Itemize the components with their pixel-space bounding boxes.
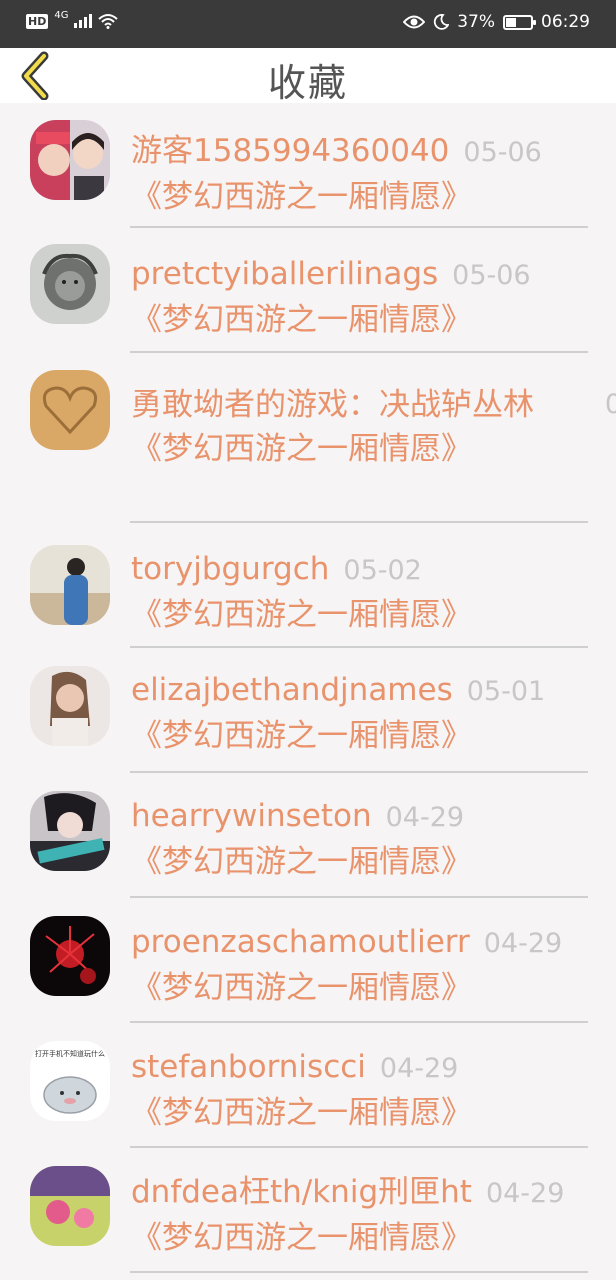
list-item[interactable]: dnfdea枉th/knig刑匣ht 04-29 《梦幻西游之一厢情愿》: [0, 1148, 616, 1273]
item-subtitle: 《梦幻西游之一厢情愿》: [131, 597, 472, 633]
item-subtitle: 《梦幻西游之一厢情愿》: [131, 844, 472, 880]
network-type: 4G: [54, 10, 69, 21]
item-name: 游客1585994360040: [131, 133, 450, 169]
divider: [130, 1271, 588, 1273]
item-subtitle: 《梦幻西游之一厢情愿》: [131, 302, 472, 338]
item-subtitle: 《梦幻西游之一厢情愿》: [131, 431, 472, 467]
avatar: [30, 916, 110, 996]
item-date: 04-29: [483, 928, 563, 959]
item-name: stefanborniscci: [131, 1049, 366, 1085]
avatar-caption: 打开手机不知道玩什么: [35, 1050, 105, 1058]
item-name: toryjbgurgch: [131, 551, 330, 587]
item-date: 05-06: [463, 137, 542, 168]
list-item[interactable]: proenzaschamoutlierr 04-29 《梦幻西游之一厢情愿》: [0, 898, 616, 1023]
item-name: hearrywinseton: [131, 798, 372, 834]
avatar: [30, 791, 110, 871]
list-item[interactable]: 勇敢坳者的游戏：决战轳丛林 《梦幻西游之一厢情愿》 0: [0, 353, 616, 523]
item-name: pretctyiballerilinags: [131, 256, 439, 292]
avatar: [30, 120, 110, 200]
list-item[interactable]: 打开手机不知道玩什么 stefanborniscci 04-29 《梦幻西游之一厢…: [0, 1023, 616, 1148]
list-item[interactable]: hearrywinseton 04-29 《梦幻西游之一厢情愿》: [0, 773, 616, 898]
item-date: 0: [604, 389, 616, 420]
item-date: 05-06: [452, 260, 531, 291]
avatar: [30, 370, 110, 450]
battery-icon: [503, 14, 536, 30]
item-subtitle: 《梦幻西游之一厢情愿》: [131, 1220, 472, 1256]
moon-icon: [434, 14, 450, 30]
item-date: 04-29: [385, 802, 465, 833]
avatar: [30, 545, 110, 625]
hd-badge: HD: [26, 13, 49, 29]
item-name: elizajbethandjnames: [131, 672, 453, 708]
avatar: [30, 1166, 110, 1246]
item-date: 05-01: [466, 676, 546, 707]
list-item[interactable]: 游客1585994360040 05-06 《梦幻西游之一厢情愿》: [0, 103, 616, 228]
navigation-bar: 收藏: [0, 48, 616, 105]
status-bar: HD 4G 37% 06:29: [0, 0, 616, 48]
item-name: 勇敢坳者的游戏：决战轳丛林: [131, 387, 534, 423]
list-item[interactable]: toryjbgurgch 05-02 《梦幻西游之一厢情愿》: [0, 523, 616, 648]
item-subtitle: 《梦幻西游之一厢情愿》: [131, 1095, 472, 1131]
avatar: [30, 244, 110, 324]
list-item[interactable]: elizajbethandjnames 05-01 《梦幻西游之一厢情愿》: [0, 648, 616, 773]
item-subtitle: 《梦幻西游之一厢情愿》: [131, 970, 472, 1006]
item-subtitle: 《梦幻西游之一厢情愿》: [131, 718, 472, 754]
item-name: proenzaschamoutlierr: [131, 924, 470, 960]
status-left: HD 4G: [26, 10, 119, 29]
clock: 06:29: [541, 12, 590, 32]
battery-percent: 37%: [457, 12, 495, 32]
page-title: 收藏: [267, 61, 348, 105]
avatar: 打开手机不知道玩什么: [30, 1041, 110, 1121]
item-date: 04-29: [485, 1178, 565, 1209]
list-item[interactable]: pretctyiballerilinags 05-06 《梦幻西游之一厢情愿》: [0, 228, 616, 353]
avatar: [30, 666, 110, 746]
status-right: 37% 06:29: [403, 12, 590, 32]
item-name: dnfdea枉th/knig刑匣ht: [131, 1174, 472, 1210]
item-date: 05-02: [343, 555, 422, 586]
item-subtitle: 《梦幻西游之一厢情愿》: [131, 179, 472, 215]
signal-icon: [74, 14, 93, 28]
item-date: 04-29: [379, 1053, 459, 1084]
wifi-icon: [98, 14, 119, 29]
favorites-list: 游客1585994360040 05-06 《梦幻西游之一厢情愿》 pretcty…: [0, 103, 616, 1273]
eye-icon: [403, 15, 426, 29]
